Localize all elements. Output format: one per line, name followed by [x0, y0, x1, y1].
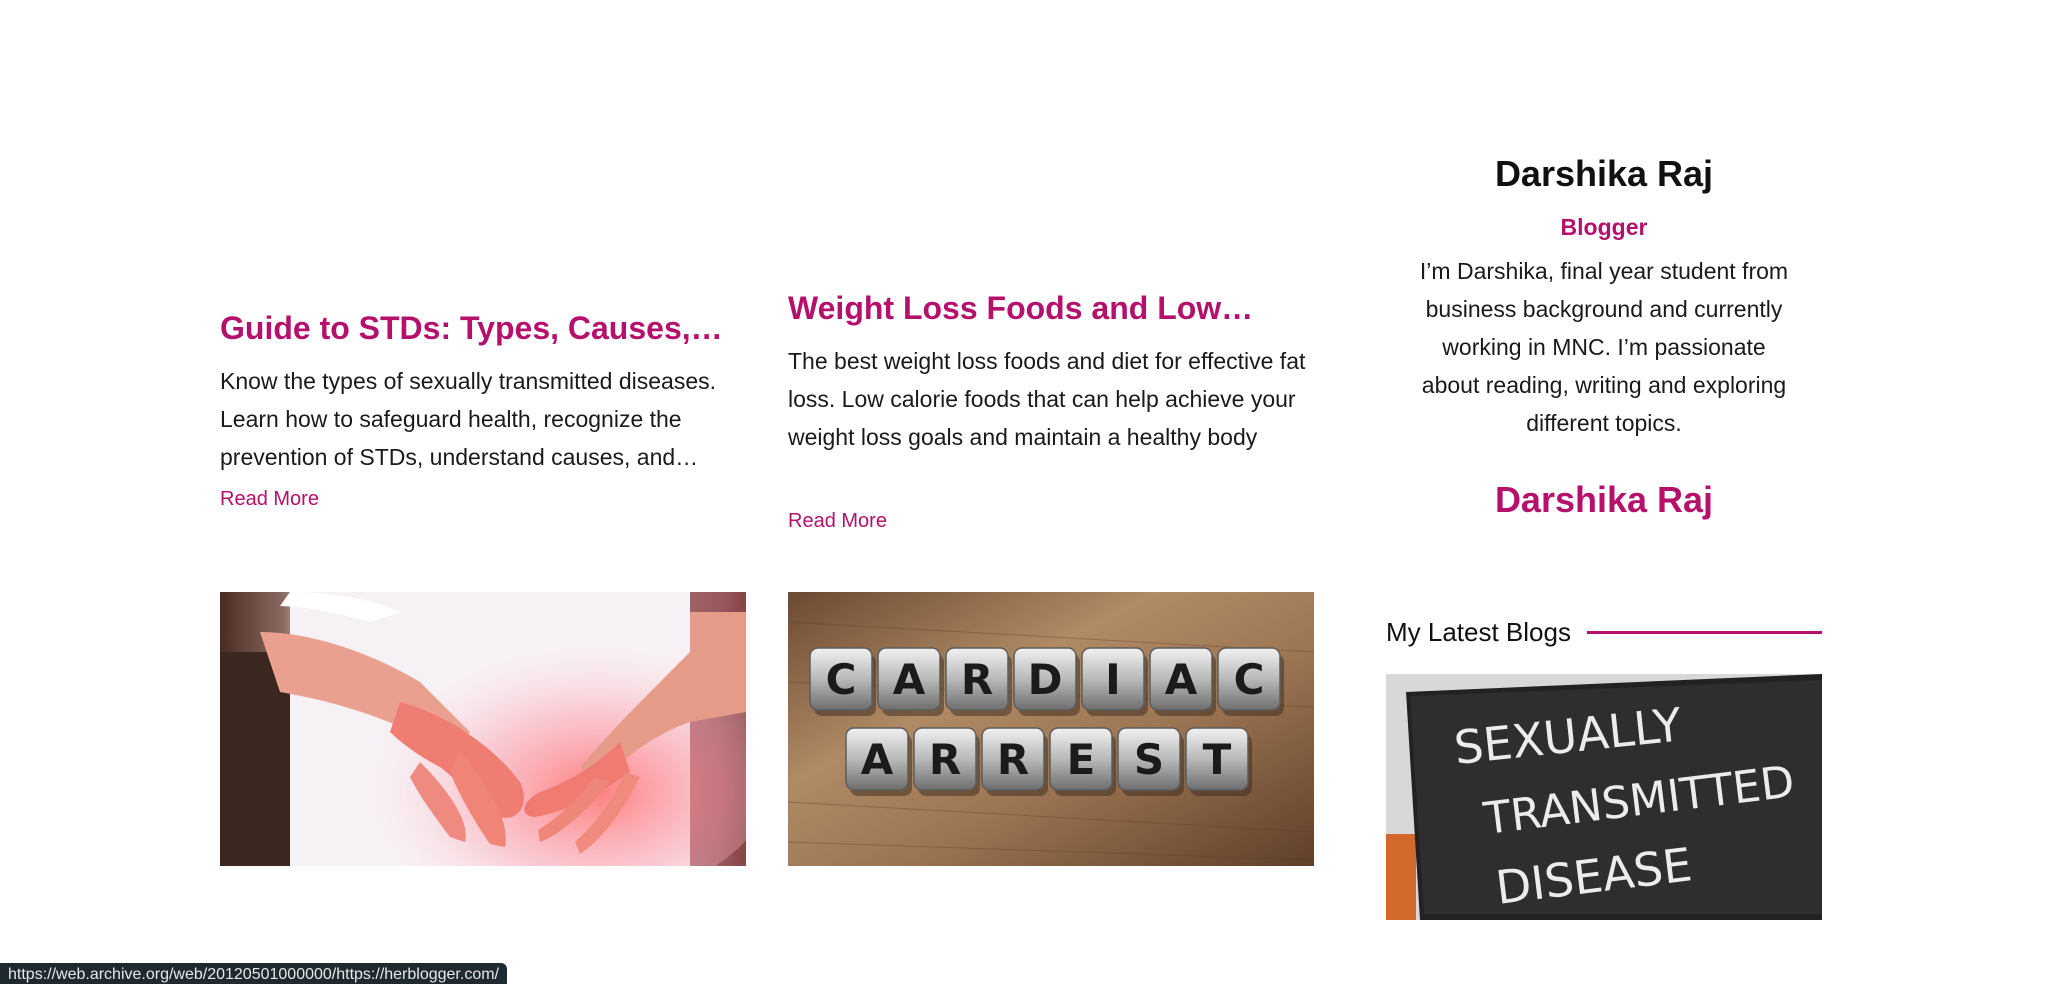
svg-text:R: R	[961, 655, 993, 704]
chalkboard-image: SEXUALLY TRANSMITTED DISEASE	[1386, 674, 1822, 920]
letter-cube: R	[981, 727, 1048, 796]
letter-cube: A	[845, 727, 912, 796]
letter-cube: A	[1149, 647, 1216, 716]
letter-cube: C	[809, 647, 876, 716]
svg-text:I: I	[1105, 655, 1121, 704]
post-card-weight-loss: Weight Loss Foods and Low… The best weig…	[788, 288, 1314, 534]
latest-blogs-heading: My Latest Blogs	[1386, 616, 1571, 647]
read-more-link[interactable]: Read More	[788, 508, 887, 534]
svg-text:C: C	[826, 655, 857, 704]
cardiac-arrest-image: CARDIAC ARREST	[788, 592, 1314, 866]
author-sidebar: Darshika Raj Blogger I’m Darshika, final…	[1386, 150, 1822, 522]
author-name: Darshika Raj	[1494, 153, 1714, 194]
author-role: Blogger	[1560, 214, 1648, 240]
post-card-std: Guide to STDs: Types, Causes,… Know the …	[220, 308, 746, 512]
letter-cube: A	[877, 647, 944, 716]
read-more-link[interactable]: Read More	[220, 486, 319, 512]
post-thumbnail-weight-loss[interactable]: CARDIAC ARREST	[788, 592, 1314, 866]
letter-cube: T	[1185, 727, 1252, 796]
letter-cube: D	[1013, 647, 1080, 716]
heading-divider	[1586, 630, 1822, 634]
letter-cube: R	[913, 727, 980, 796]
author-bio: I’m Darshika, final year student from bu…	[1419, 258, 1789, 436]
svg-text:C: C	[1234, 655, 1265, 704]
svg-text:E: E	[1067, 735, 1096, 784]
latest-blogs-header: My Latest Blogs	[1386, 614, 1822, 650]
letter-cube: R	[945, 647, 1012, 716]
post-thumbnail-std[interactable]	[220, 592, 746, 866]
svg-text:R: R	[997, 735, 1029, 784]
author-signature: Darshika Raj	[1494, 479, 1714, 520]
svg-text:A: A	[861, 735, 894, 784]
svg-text:A: A	[893, 655, 926, 704]
svg-text:A: A	[1165, 655, 1198, 704]
post-excerpt: The best weight loss foods and diet for …	[788, 348, 1306, 450]
post-excerpt: Know the types of sexually transmitted d…	[220, 368, 717, 470]
svg-text:S: S	[1134, 735, 1164, 784]
letter-cube: I	[1081, 647, 1148, 716]
letter-cube: E	[1049, 727, 1116, 796]
browser-status-url: https://web.archive.org/web/201205010000…	[0, 963, 507, 984]
latest-blog-thumbnail[interactable]: SEXUALLY TRANSMITTED DISEASE	[1386, 674, 1822, 920]
svg-text:T: T	[1203, 735, 1232, 784]
post-title[interactable]: Guide to STDs: Types, Causes,…	[220, 308, 746, 348]
abdomen-pain-image	[220, 592, 746, 866]
svg-text:R: R	[929, 735, 961, 784]
post-title[interactable]: Weight Loss Foods and Low…	[788, 288, 1314, 328]
letter-cube: C	[1217, 647, 1284, 716]
letter-cube: S	[1117, 727, 1184, 796]
svg-text:D: D	[1028, 655, 1063, 704]
